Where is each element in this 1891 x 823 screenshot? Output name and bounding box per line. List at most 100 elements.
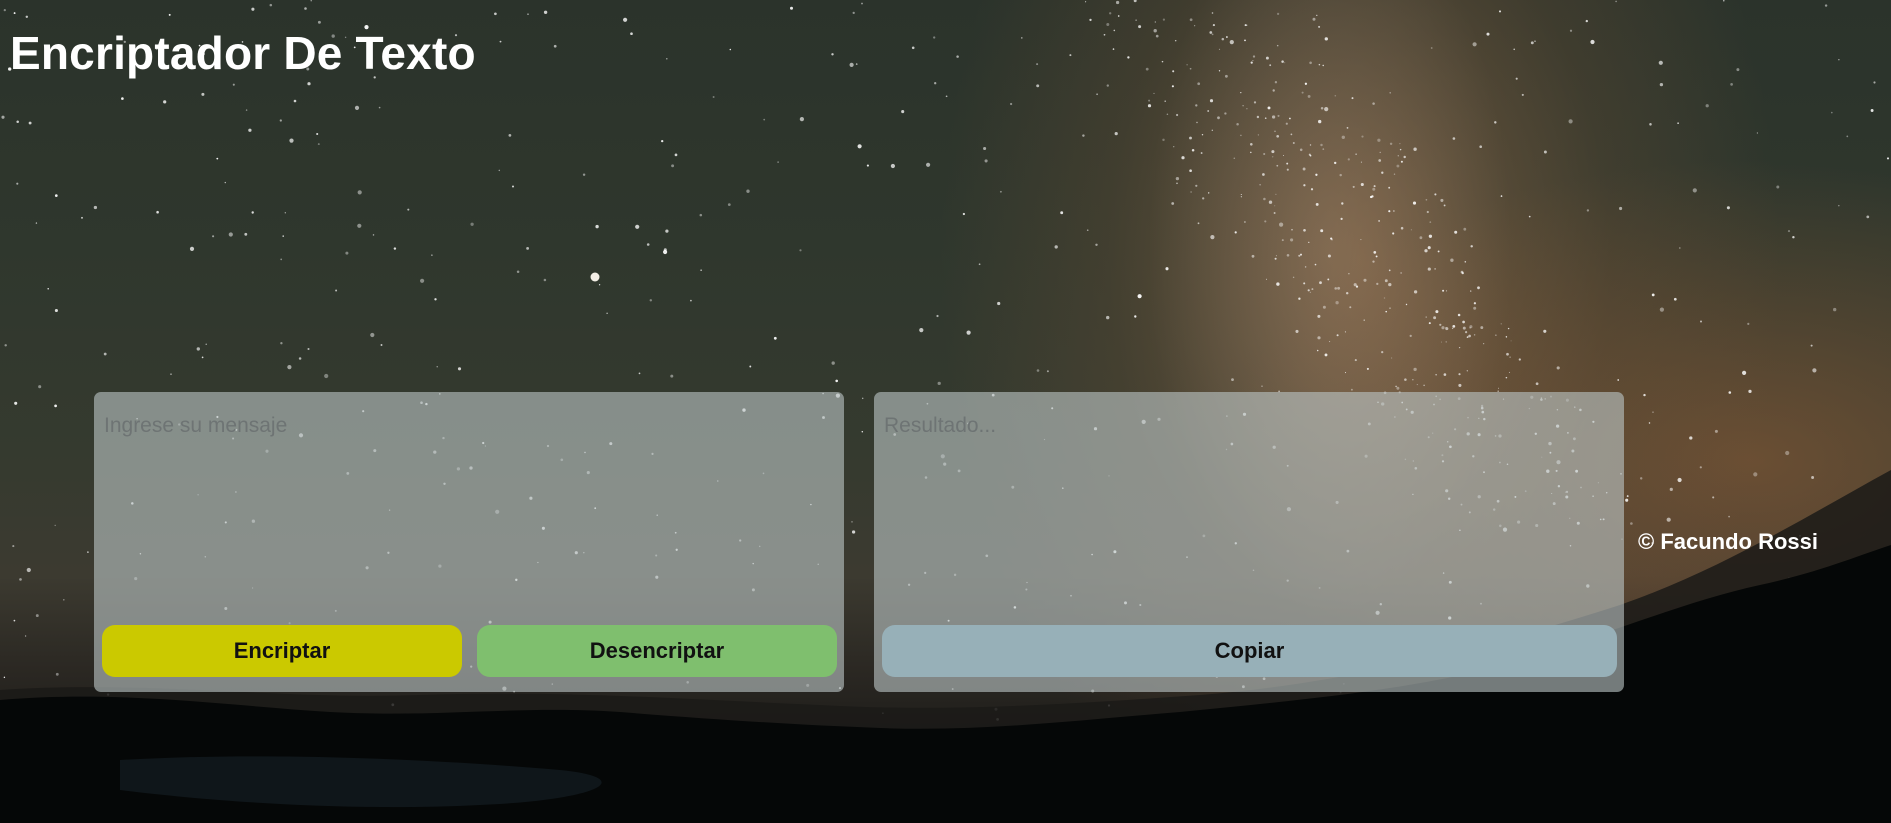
star: [1276, 134, 1280, 138]
star: [690, 299, 692, 302]
message-input[interactable]: [104, 414, 832, 584]
star: [1397, 155, 1399, 157]
decrypt-button[interactable]: Desencriptar: [477, 625, 837, 677]
star: [196, 347, 200, 351]
star: [1154, 21, 1156, 23]
star: [335, 289, 338, 292]
star: [1742, 370, 1747, 375]
result-output[interactable]: [884, 414, 1612, 584]
star: [1311, 288, 1314, 291]
star: [1472, 42, 1477, 47]
star: [1267, 106, 1271, 110]
star: [1331, 238, 1333, 241]
star: [1434, 193, 1437, 196]
star: [1250, 151, 1252, 154]
star: [1505, 336, 1508, 338]
star: [1086, 229, 1089, 232]
star: [1112, 48, 1115, 50]
star: [1353, 283, 1357, 287]
star: [851, 521, 853, 523]
star: [1442, 289, 1445, 292]
star: [282, 235, 284, 237]
star: [1360, 182, 1364, 187]
star: [799, 117, 805, 122]
star: [1165, 267, 1169, 271]
star: [1375, 255, 1378, 258]
star: [857, 144, 862, 149]
star: [1437, 250, 1440, 253]
star: [1190, 191, 1192, 193]
star: [1430, 47, 1433, 49]
star: [1373, 185, 1376, 188]
star: [1699, 466, 1702, 469]
star: [436, 366, 438, 368]
star: [1153, 29, 1157, 33]
star: [1335, 301, 1339, 305]
star: [1811, 476, 1815, 479]
star: [1304, 266, 1307, 268]
star: [1413, 290, 1418, 294]
star: [1322, 148, 1325, 150]
star: [156, 210, 159, 214]
star: [1327, 278, 1330, 281]
star: [1341, 135, 1345, 139]
star: [1191, 149, 1195, 152]
copy-button[interactable]: Copiar: [882, 625, 1617, 677]
star: [1349, 306, 1352, 309]
star: [1085, 1, 1087, 3]
star: [1776, 185, 1780, 189]
star: [1508, 371, 1511, 373]
star: [1384, 279, 1388, 283]
star: [1298, 297, 1301, 300]
star: [1339, 173, 1342, 177]
star: [494, 12, 497, 16]
star: [1659, 307, 1664, 312]
star: [1069, 54, 1072, 57]
star: [1360, 239, 1362, 241]
encrypt-button[interactable]: Encriptar: [102, 625, 462, 677]
star: [1385, 310, 1387, 313]
star: [378, 106, 381, 109]
star: [1302, 167, 1306, 171]
star: [1445, 327, 1447, 329]
star: [54, 524, 56, 527]
star: [1284, 62, 1286, 64]
star: [1334, 287, 1337, 290]
star: [1458, 383, 1462, 387]
star: [1379, 151, 1381, 154]
star: [598, 284, 601, 286]
star: [1521, 93, 1524, 96]
star: [956, 55, 959, 58]
star: [1440, 198, 1444, 202]
star: [1351, 97, 1354, 100]
star: [1473, 334, 1476, 336]
star: [168, 13, 171, 16]
star: [1426, 210, 1429, 214]
star: [1396, 386, 1400, 390]
star: [1515, 77, 1518, 80]
star: [937, 381, 941, 386]
star: [1399, 148, 1402, 151]
star: [16, 120, 19, 123]
star: [324, 373, 329, 379]
star: [1736, 68, 1740, 72]
star: [201, 356, 204, 359]
star: [1509, 356, 1511, 358]
page-title: Encriptador De Texto: [10, 27, 476, 79]
star: [47, 288, 49, 290]
star: [54, 404, 57, 408]
star: [1210, 235, 1215, 240]
star: [1378, 159, 1382, 162]
star: [1292, 141, 1295, 145]
star: [1096, 93, 1098, 96]
star: [1273, 212, 1276, 214]
star: [1785, 450, 1790, 456]
star: [470, 222, 474, 226]
star: [1530, 41, 1534, 45]
star: [1201, 133, 1204, 136]
star: [1434, 268, 1436, 270]
star: [205, 343, 207, 345]
star: [1396, 164, 1400, 168]
star: [1344, 331, 1346, 333]
star: [1211, 12, 1214, 14]
